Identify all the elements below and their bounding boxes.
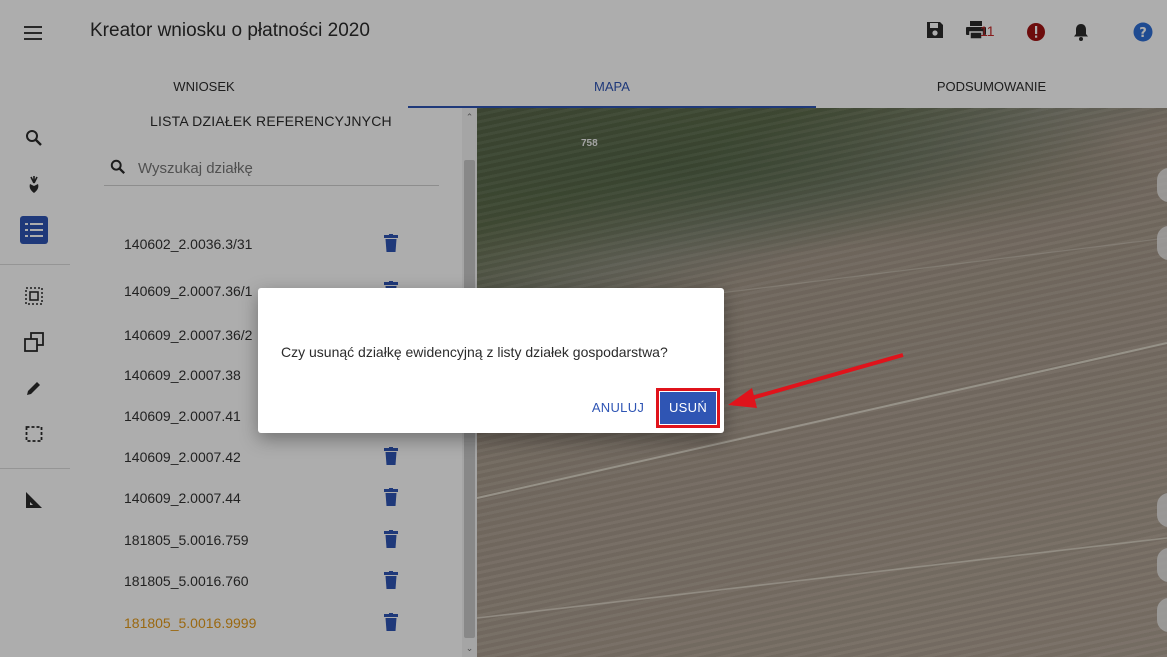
delete-button[interactable]: USUŃ <box>656 388 720 428</box>
dialog-message: Czy usunąć działkę ewidencyjną z listy d… <box>281 344 668 360</box>
cancel-button[interactable]: ANULUJ <box>588 394 648 422</box>
delete-confirm-dialog: Czy usunąć działkę ewidencyjną z listy d… <box>258 288 724 433</box>
